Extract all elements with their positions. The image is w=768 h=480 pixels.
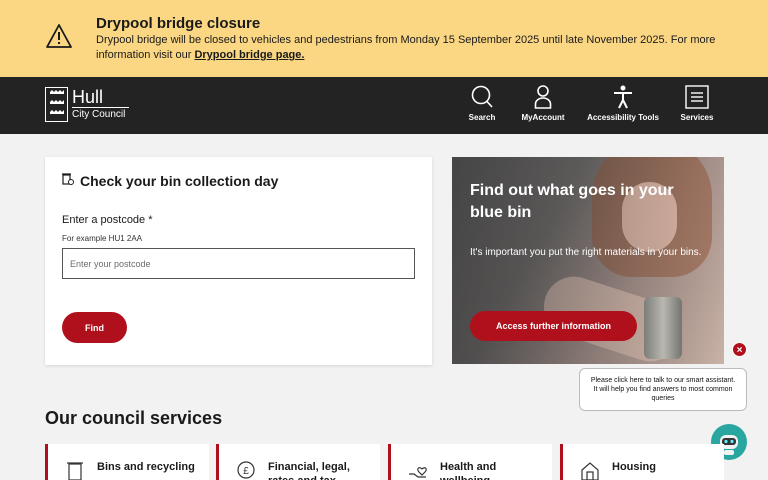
drypool-bridge-link[interactable]: Drypool bridge page.: [194, 49, 304, 61]
find-button[interactable]: Find: [62, 312, 127, 343]
service-financial-legal[interactable]: £ Financial, legal, rates and tax: [216, 444, 380, 480]
accessibility-icon: [614, 85, 632, 109]
closure-alert: Drypool bridge closure Drypool bridge wi…: [0, 0, 768, 77]
account-icon: [534, 85, 552, 109]
alert-title: Drypool bridge closure: [96, 15, 261, 32]
promo-text: It's important you put the right materia…: [470, 247, 702, 258]
service-label: Bins and recycling: [97, 461, 195, 473]
alert-body: Drypool bridge will be closed to vehicle…: [96, 33, 726, 63]
logo-text: Hull City Council: [72, 87, 130, 124]
nav-search-label: Search: [468, 113, 496, 122]
alert-text: Drypool bridge will be closed to vehicle…: [96, 34, 716, 61]
crest-icon: [45, 87, 68, 122]
postcode-hint: For example HU1 2AA: [62, 234, 143, 243]
chat-close-button[interactable]: ×: [732, 342, 747, 357]
health-icon: [409, 467, 427, 478]
warning-icon: [46, 24, 72, 48]
services-heading: Our council services: [45, 408, 223, 428]
house-icon: [581, 462, 599, 480]
service-label: Financial, legal, rates and tax: [268, 461, 350, 480]
money-icon: £: [237, 461, 255, 479]
nav-search[interactable]: Search: [466, 85, 498, 122]
postcode-label: Enter a postcode *: [62, 214, 153, 226]
access-further-information-button[interactable]: Access further information: [470, 311, 637, 341]
bin-icon: [67, 462, 83, 480]
chat-prompt-bubble[interactable]: Please click here to talk to our smart a…: [579, 368, 747, 411]
nav-myaccount[interactable]: MyAccount: [518, 85, 568, 122]
nav-accessibility-label: Accessibility Tools: [587, 113, 659, 122]
svg-text:£: £: [243, 466, 249, 477]
blue-bin-promo: Find out what goes in your blue bin It's…: [452, 157, 724, 364]
postcode-input[interactable]: [62, 248, 415, 279]
bin-card-title: Check your bin collection day: [80, 173, 279, 189]
service-housing[interactable]: Housing: [560, 444, 724, 480]
nav-services-label: Services: [680, 113, 714, 122]
search-icon: [471, 85, 493, 108]
service-label: Housing: [612, 461, 656, 473]
logo-hull: Hull: [72, 87, 130, 108]
promo-title: Find out what goes in your blue bin: [470, 182, 674, 221]
service-bins-recycling[interactable]: Bins and recycling: [45, 444, 209, 480]
nav-myaccount-label: MyAccount: [521, 113, 565, 122]
bin-calendar-icon: [62, 173, 74, 185]
service-label: Health and wellbeing: [440, 461, 497, 480]
nav-accessibility-tools[interactable]: Accessibility Tools: [583, 85, 663, 122]
service-health-wellbeing[interactable]: Health and wellbeing: [388, 444, 552, 480]
site-header: Hull City Council Search MyAccount Acces…: [0, 77, 768, 134]
hull-city-council-logo[interactable]: Hull City Council: [45, 87, 130, 124]
bin-collection-card: Check your bin collection day Enter a po…: [45, 157, 432, 365]
menu-icon: [685, 85, 709, 109]
nav-services[interactable]: Services: [678, 85, 716, 122]
logo-city-council: City Council: [72, 109, 126, 120]
